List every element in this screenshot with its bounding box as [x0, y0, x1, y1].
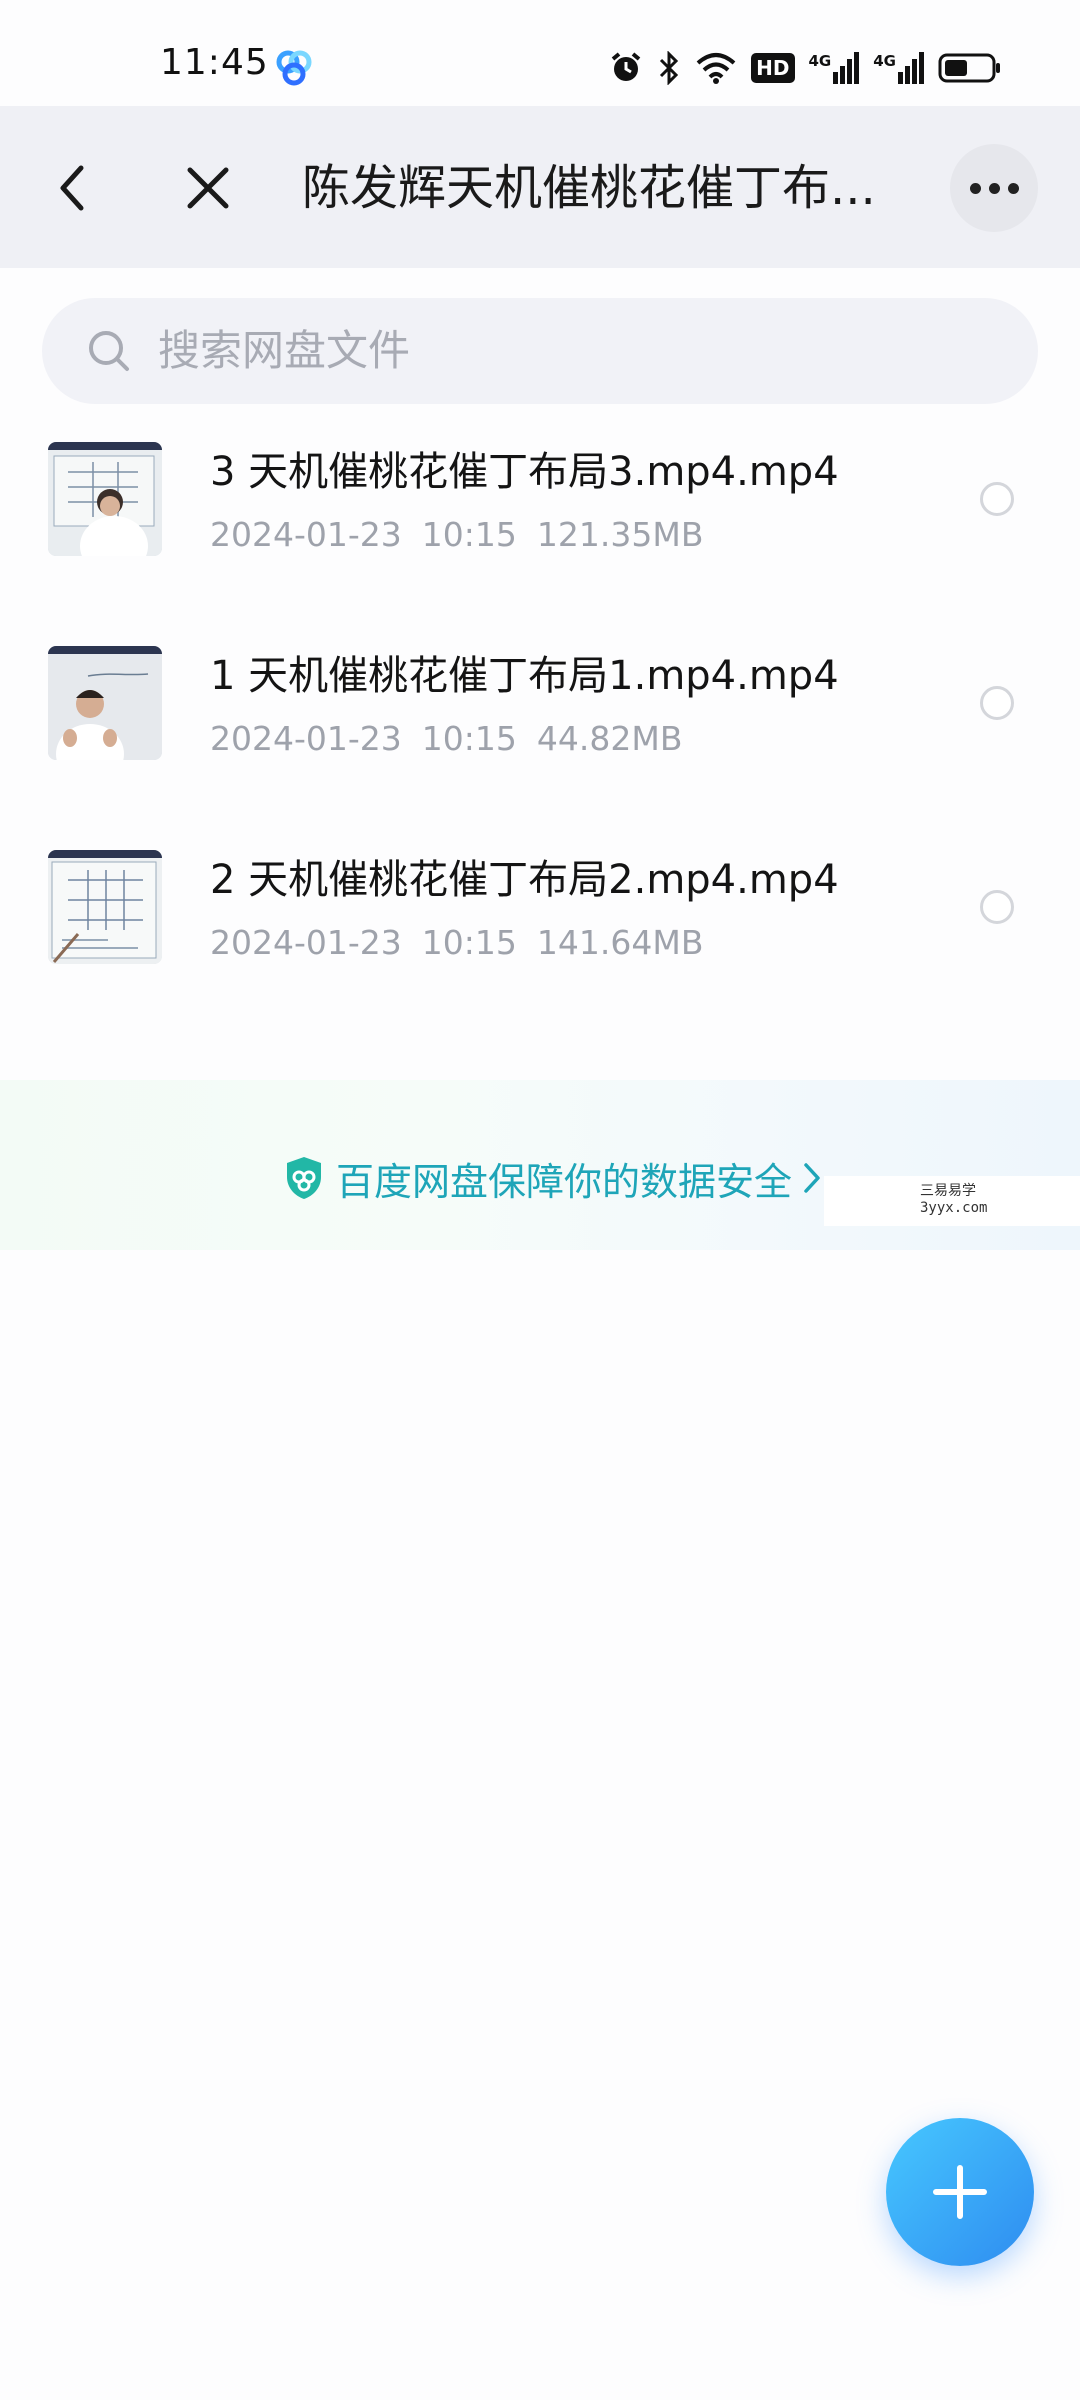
signal-icon-1: 4G — [809, 52, 860, 84]
file-time: 10:15 — [421, 923, 517, 962]
back-button[interactable] — [40, 152, 104, 224]
file-list-item[interactable]: 2 天机催桃花催丁布局2.mp4.mp4 2024-01-23 10:15 141.… — [0, 830, 1080, 1000]
add-button[interactable] — [886, 2118, 1034, 2266]
search-icon — [89, 331, 129, 371]
select-checkbox[interactable] — [980, 890, 1014, 924]
more-dot — [1007, 182, 1019, 194]
search-bar[interactable] — [42, 298, 1038, 404]
select-checkbox[interactable] — [980, 482, 1014, 516]
watermark-line2: 3yyx.com — [920, 1200, 988, 1216]
security-link[interactable]: 百度网盘保障你的数据安全 — [284, 1148, 822, 1208]
security-text: 百度网盘保障你的数据安全 — [336, 1159, 793, 1204]
status-bar: 11:45 HD 4G 4G — [0, 0, 1080, 106]
more-dot — [988, 182, 1000, 194]
file-meta: 2024-01-23 10:15 141.64MB — [210, 920, 723, 966]
plus-icon — [933, 2165, 987, 2219]
file-name: 2 天机催桃花催丁布局2.mp4.mp4 — [210, 857, 839, 903]
file-name: 1 天机催桃花催丁布局1.mp4.mp4 — [210, 653, 839, 699]
hd-icon: HD — [751, 53, 795, 83]
close-button[interactable] — [176, 152, 240, 224]
video-thumbnail — [48, 646, 162, 760]
file-meta: 2024-01-23 10:15 44.82MB — [210, 716, 702, 762]
file-size: 44.82MB — [536, 719, 683, 758]
file-list-item[interactable]: 3 天机催桃花催丁布局3.mp4.mp4 2024-01-23 10:15 121.… — [0, 422, 1080, 592]
shield-icon — [287, 1157, 321, 1199]
file-size: 141.64MB — [536, 923, 704, 962]
video-thumbnail — [48, 850, 162, 964]
file-size: 121.35MB — [536, 515, 704, 554]
header-bar: 陈发辉天机催桃花催丁布... — [0, 106, 1080, 268]
file-meta: 2024-01-23 10:15 121.35MB — [210, 512, 723, 558]
more-button[interactable] — [950, 144, 1038, 232]
file-date: 2024-01-23 — [210, 515, 402, 554]
file-date: 2024-01-23 — [210, 719, 402, 758]
watermark: 三易易学 3yyx.com — [824, 1176, 1080, 1226]
security-banner: 百度网盘保障你的数据安全 三易易学 3yyx.com — [0, 1080, 1080, 1250]
page-title: 陈发辉天机催桃花催丁布... — [302, 160, 876, 216]
alarm-icon — [609, 51, 643, 85]
network-label-2: 4G — [873, 52, 896, 70]
select-checkbox[interactable] — [980, 686, 1014, 720]
network-label-1: 4G — [808, 52, 832, 70]
battery-icon — [938, 51, 1002, 85]
watermark-line1: 三易易学 — [920, 1183, 976, 1199]
status-icons: HD 4G 4G — [609, 46, 1002, 90]
file-date: 2024-01-23 — [210, 923, 402, 962]
search-input[interactable] — [158, 298, 998, 404]
more-dot — [969, 182, 981, 194]
bluetooth-icon — [657, 51, 681, 85]
file-time: 10:15 — [421, 515, 517, 554]
baidu-netdisk-status-icon — [274, 48, 314, 88]
chevron-left-icon — [60, 165, 84, 211]
video-thumbnail — [48, 442, 162, 556]
hd-label: HD — [756, 56, 790, 80]
wifi-icon — [695, 51, 737, 85]
status-time: 11:45 — [160, 42, 269, 83]
signal-icon-2: 4G — [873, 52, 924, 84]
chevron-right-icon — [804, 1163, 820, 1193]
file-list-item[interactable]: 1 天机催桃花催丁布局1.mp4.mp4 2024-01-23 10:15 44.8… — [0, 626, 1080, 796]
file-name: 3 天机催桃花催丁布局3.mp4.mp4 — [210, 449, 839, 495]
page: 11:45 HD 4G 4G 陈发辉天机催桃花催丁布... 搜索网盘文件 3 天… — [0, 0, 1080, 2400]
file-time: 10:15 — [421, 719, 517, 758]
close-icon — [187, 167, 229, 209]
